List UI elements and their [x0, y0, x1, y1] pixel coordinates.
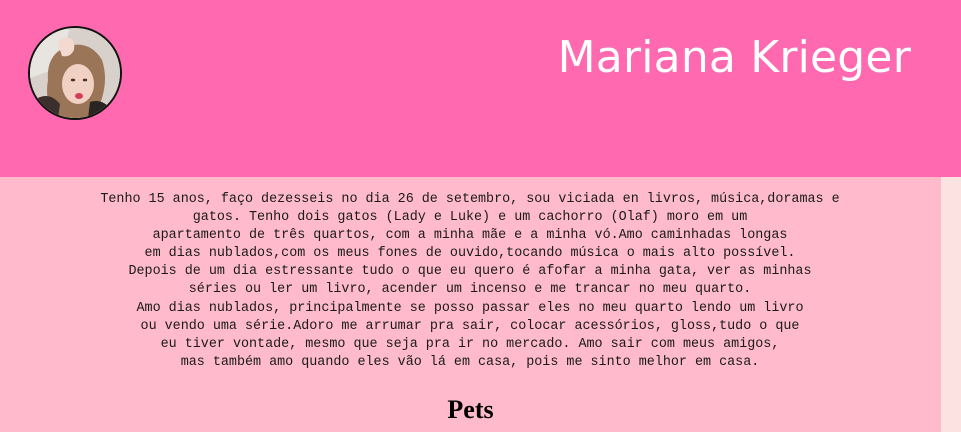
- bio-line: em dias nublados,com os meus fones de ou…: [144, 246, 796, 262]
- main-content: Tenho 15 anos, faço dezesseis no dia 26 …: [0, 177, 941, 432]
- profile-avatar: [28, 26, 122, 120]
- scrollbar-track[interactable]: [941, 177, 961, 432]
- bio-line: Amo dias nublados, principalmente se pos…: [136, 300, 804, 316]
- pets-heading: Pets: [447, 395, 494, 424]
- bio-paragraph: Tenho 15 anos, faço dezesseis no dia 26 …: [20, 191, 920, 372]
- bio-line: apartamento de três quartos, com a minha…: [152, 228, 788, 244]
- site-title: Mariana Krieger: [557, 32, 911, 83]
- bio-line: eu tiver vontade, mesmo que seja pra ir …: [160, 336, 780, 352]
- bio-line: séries ou ler um livro, acender um incen…: [188, 282, 752, 298]
- bio-line: ou vendo uma série.Adoro me arrumar pra …: [140, 318, 800, 334]
- bio-line: Depois de um dia estressante tudo o que …: [128, 264, 812, 280]
- bio-line: Tenho 15 anos, faço dezesseis no dia 26 …: [100, 192, 840, 207]
- bio-line: mas também amo quando eles vão lá em cas…: [180, 354, 760, 370]
- page-header: Mariana Krieger: [0, 0, 961, 177]
- profile-photo-icon: [30, 28, 120, 118]
- bio-line: gatos. Tenho dois gatos (Lady e Luke) e …: [192, 210, 748, 226]
